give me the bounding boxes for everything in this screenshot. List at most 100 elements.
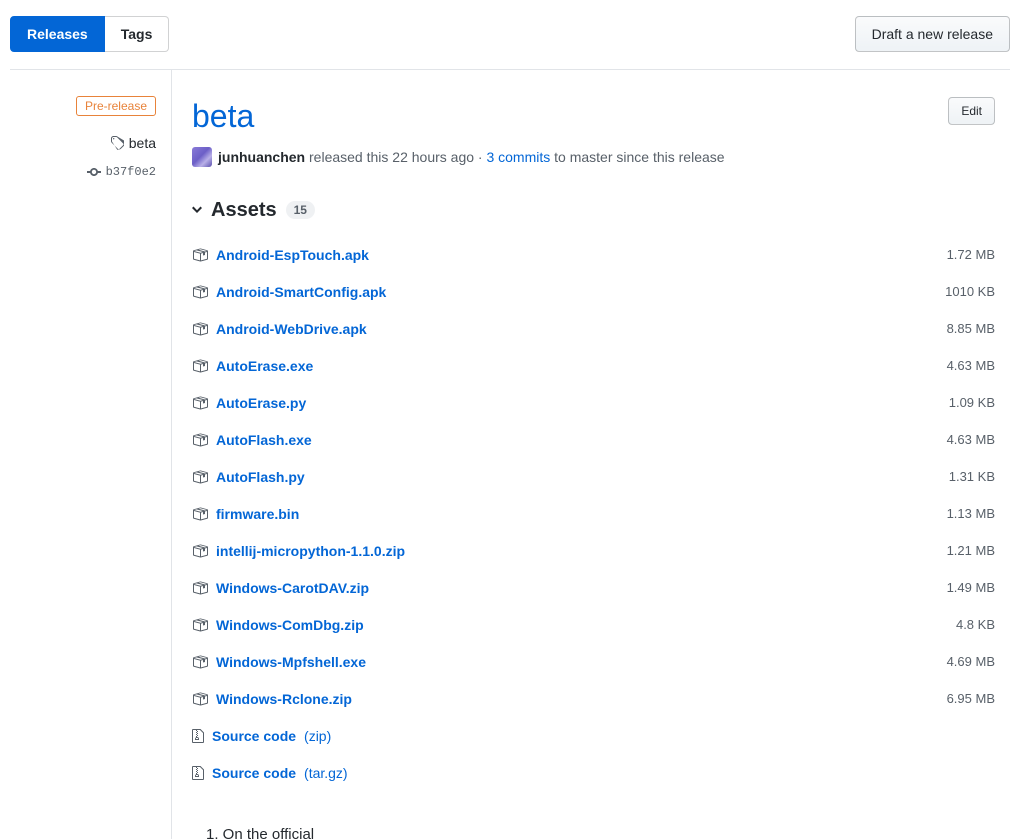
release-meta: junhuanchen released this 22 hours ago ·…: [192, 147, 995, 167]
avatar[interactable]: [192, 147, 212, 167]
package-icon: [192, 543, 208, 559]
package-icon: [192, 506, 208, 522]
asset-size: 4.63 MB: [947, 358, 995, 373]
draft-new-release-button[interactable]: Draft a new release: [855, 16, 1010, 52]
top-bar: Releases Tags Draft a new release: [10, 0, 1010, 69]
release-meta-text: junhuanchen released this 22 hours ago ·…: [218, 149, 725, 165]
asset-download-link[interactable]: Android-EspTouch.apk: [192, 247, 369, 263]
asset-row: firmware.bin 1.13 MB: [192, 495, 995, 532]
release-sidebar: Pre-release beta b37f0e2: [10, 70, 172, 839]
released-text: released this 22 hours ago ·: [305, 149, 486, 165]
chevron-down-icon: [192, 202, 202, 218]
source-code-targz-link[interactable]: Source code (tar.gz): [192, 765, 348, 781]
asset-download-link[interactable]: AutoFlash.py: [192, 469, 305, 485]
releases-tags-toggle: Releases Tags: [10, 16, 169, 52]
package-icon: [192, 284, 208, 300]
asset-download-link[interactable]: AutoErase.py: [192, 395, 306, 411]
package-icon: [192, 432, 208, 448]
asset-name: Android-WebDrive.apk: [216, 321, 367, 337]
commits-link[interactable]: 3 commits: [486, 149, 550, 165]
file-zip-icon: [192, 728, 204, 744]
asset-download-link[interactable]: Windows-Rclone.zip: [192, 691, 352, 707]
source-code-zip-link[interactable]: Source code (zip): [192, 728, 331, 744]
assets-heading: Assets: [211, 198, 277, 222]
package-icon: [192, 617, 208, 633]
commit-row: b37f0e2: [10, 164, 156, 180]
asset-name: firmware.bin: [216, 506, 299, 522]
edit-release-button[interactable]: Edit: [948, 97, 995, 125]
asset-name: Android-EspTouch.apk: [216, 247, 369, 263]
asset-name: Windows-CarotDAV.zip: [216, 580, 369, 596]
asset-suffix: (tar.gz): [304, 765, 348, 781]
release-description-line: 1. On the official: [192, 826, 995, 839]
asset-size: 1.72 MB: [947, 247, 995, 262]
asset-size: 1.21 MB: [947, 543, 995, 558]
asset-size: 1.49 MB: [947, 580, 995, 595]
released-suffix: to master since this release: [550, 149, 724, 165]
asset-size: 1.13 MB: [947, 506, 995, 521]
asset-size: 6.95 MB: [947, 691, 995, 706]
asset-suffix: (zip): [304, 728, 331, 744]
tab-releases[interactable]: Releases: [10, 16, 105, 52]
prerelease-badge: Pre-release: [76, 96, 156, 116]
releases-page: Releases Tags Draft a new release Pre-re…: [10, 0, 1010, 839]
asset-row: Windows-ComDbg.zip 4.8 KB: [192, 606, 995, 643]
asset-download-link[interactable]: Android-SmartConfig.apk: [192, 284, 386, 300]
asset-download-link[interactable]: AutoFlash.exe: [192, 432, 312, 448]
asset-download-link[interactable]: Windows-ComDbg.zip: [192, 617, 364, 633]
asset-size: 8.85 MB: [947, 321, 995, 336]
package-icon: [192, 469, 208, 485]
asset-row: Android-SmartConfig.apk 1010 KB: [192, 273, 995, 310]
asset-row: Source code (zip): [192, 717, 995, 754]
author-link[interactable]: junhuanchen: [218, 149, 305, 165]
asset-row: Windows-CarotDAV.zip 1.49 MB: [192, 569, 995, 606]
assets-list: Android-EspTouch.apk 1.72 MB Android-Sma…: [192, 236, 995, 791]
assets-count-badge: 15: [286, 201, 315, 219]
asset-download-link[interactable]: Android-WebDrive.apk: [192, 321, 367, 337]
asset-name: Windows-ComDbg.zip: [216, 617, 364, 633]
asset-name: Source code: [212, 765, 296, 781]
release-main: beta Edit junhuanchen released this 22 h…: [172, 70, 1010, 839]
asset-name: intellij-micropython-1.1.0.zip: [216, 543, 405, 559]
asset-name: Windows-Mpfshell.exe: [216, 654, 366, 670]
asset-row: Source code (tar.gz): [192, 754, 995, 791]
release-description: 1. On the official: [192, 826, 995, 839]
asset-row: AutoErase.py 1.09 KB: [192, 384, 995, 421]
release-title[interactable]: beta: [192, 97, 254, 135]
package-icon: [192, 358, 208, 374]
asset-name: Source code: [212, 728, 296, 744]
asset-row: AutoFlash.exe 4.63 MB: [192, 421, 995, 458]
asset-row: AutoErase.exe 4.63 MB: [192, 347, 995, 384]
asset-name: Windows-Rclone.zip: [216, 691, 352, 707]
tab-tags[interactable]: Tags: [105, 16, 170, 52]
git-commit-icon: [87, 164, 101, 180]
tag-row: beta: [10, 135, 156, 151]
asset-name: AutoErase.exe: [216, 358, 313, 374]
asset-download-link[interactable]: Windows-Mpfshell.exe: [192, 654, 366, 670]
asset-row: Windows-Rclone.zip 6.95 MB: [192, 680, 995, 717]
asset-row: intellij-micropython-1.1.0.zip 1.21 MB: [192, 532, 995, 569]
asset-download-link[interactable]: Windows-CarotDAV.zip: [192, 580, 369, 596]
asset-download-link[interactable]: AutoErase.exe: [192, 358, 313, 374]
asset-size: 1.31 KB: [949, 469, 995, 484]
package-icon: [192, 580, 208, 596]
asset-row: AutoFlash.py 1.31 KB: [192, 458, 995, 495]
asset-size: 1.09 KB: [949, 395, 995, 410]
file-zip-icon: [192, 765, 204, 781]
asset-row: Windows-Mpfshell.exe 4.69 MB: [192, 643, 995, 680]
asset-size: 4.69 MB: [947, 654, 995, 669]
tag-name: beta: [129, 135, 156, 151]
asset-row: Android-EspTouch.apk 1.72 MB: [192, 236, 995, 273]
package-icon: [192, 321, 208, 337]
asset-name: AutoErase.py: [216, 395, 306, 411]
assets-toggle[interactable]: Assets 15: [192, 198, 995, 222]
package-icon: [192, 691, 208, 707]
commit-hash-link[interactable]: b37f0e2: [106, 165, 156, 179]
tag-icon: [110, 135, 124, 151]
asset-name: Android-SmartConfig.apk: [216, 284, 386, 300]
release-header: beta Edit: [192, 97, 995, 135]
asset-size: 1010 KB: [945, 284, 995, 299]
asset-download-link[interactable]: intellij-micropython-1.1.0.zip: [192, 543, 405, 559]
package-icon: [192, 654, 208, 670]
asset-download-link[interactable]: firmware.bin: [192, 506, 299, 522]
